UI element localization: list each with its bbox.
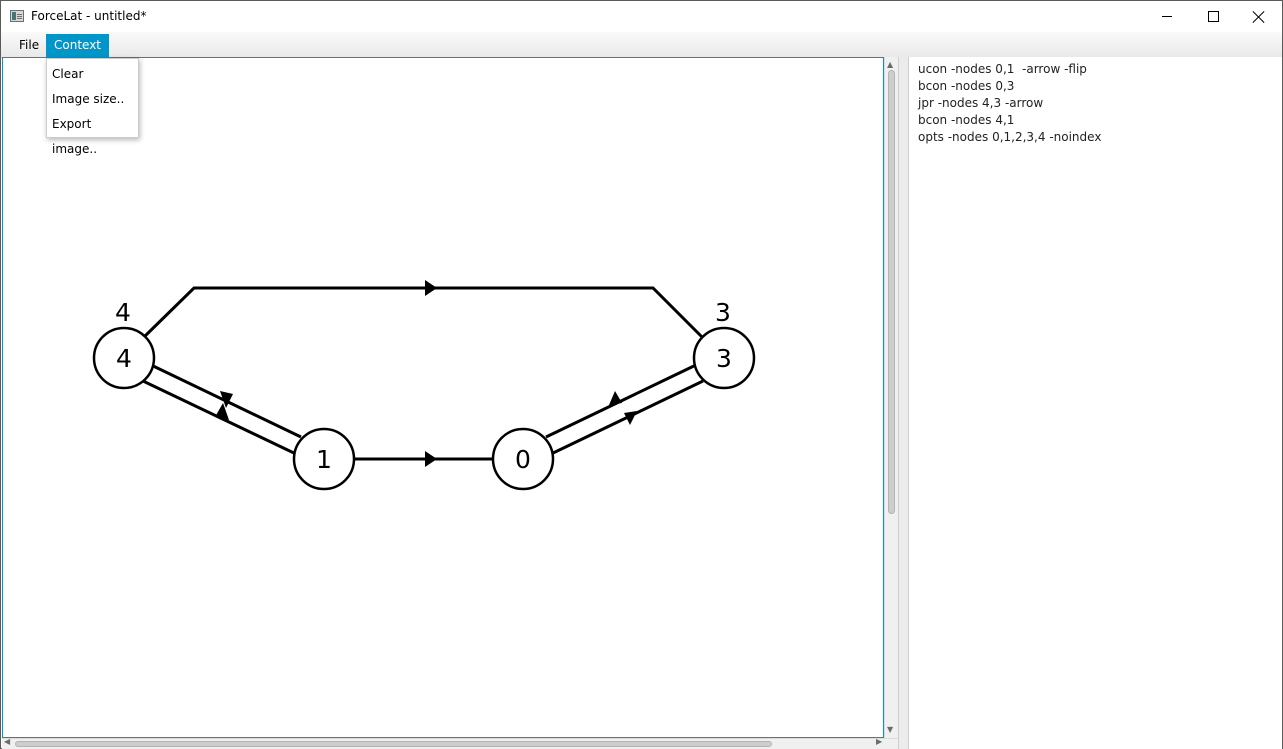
- split-pane-divider[interactable]: [898, 57, 909, 749]
- node-label: 0: [515, 445, 531, 474]
- title-bar: ForceLat - untitled*: [1, 1, 1282, 32]
- script-line: bcon -nodes 4,1: [918, 113, 1015, 127]
- scroll-left-icon[interactable]: ◀: [4, 737, 10, 746]
- menu-item-image-size[interactable]: Image size..: [52, 87, 124, 112]
- node-label: 1: [316, 445, 332, 474]
- node-label: 3: [716, 344, 732, 373]
- menu-item-export-image[interactable]: Export image..: [52, 112, 138, 156]
- close-button[interactable]: [1236, 1, 1282, 32]
- script-line: ucon -nodes 0,1 -arrow -flip: [918, 62, 1087, 76]
- vertical-scrollbar[interactable]: ▲ ▼: [884, 57, 898, 738]
- node-label: 4: [116, 344, 132, 373]
- script-line: opts -nodes 0,1,2,3,4 -noindex: [918, 130, 1102, 144]
- arrow-icon: [425, 451, 437, 467]
- script-line: bcon -nodes 0,3: [918, 79, 1015, 93]
- node-4[interactable]: 4: [92, 326, 156, 390]
- arrow-icon: [609, 391, 622, 405]
- scroll-right-icon[interactable]: ▶: [876, 737, 882, 746]
- horizontal-scroll-thumb[interactable]: [15, 741, 772, 747]
- edge-4-3: [142, 286, 704, 339]
- node-4-outer-label: 4: [115, 298, 131, 327]
- menu-context[interactable]: Context: [46, 34, 110, 57]
- script-editor[interactable]: ucon -nodes 0,1 -arrow -flip bcon -nodes…: [909, 57, 1282, 749]
- node-3[interactable]: 3: [692, 326, 756, 390]
- vertical-scroll-thumb[interactable]: [888, 70, 895, 514]
- context-menu-dropdown: Clear Image size.. Export image..: [46, 58, 139, 156]
- menu-file[interactable]: File: [11, 34, 47, 57]
- maximize-icon: [1207, 11, 1219, 22]
- scroll-up-icon[interactable]: ▲: [887, 60, 893, 69]
- node-3-outer-label: 3: [715, 298, 731, 327]
- script-line: jpr -nodes 4,3 -arrow: [918, 96, 1044, 110]
- maximize-button[interactable]: [1190, 1, 1236, 32]
- minimize-icon: [1162, 16, 1172, 17]
- scroll-down-icon[interactable]: ▼: [887, 725, 893, 734]
- minimize-button[interactable]: [1144, 1, 1190, 32]
- window-title: ForceLat - untitled*: [31, 9, 147, 23]
- close-icon: [1253, 11, 1265, 23]
- app-icon: [10, 10, 24, 22]
- menu-item-clear[interactable]: Clear: [52, 62, 83, 87]
- node-0[interactable]: 0: [491, 427, 555, 491]
- graph-drawing: 4 1 0 3 4 3: [92, 280, 756, 491]
- node-1[interactable]: 1: [292, 427, 356, 491]
- edge-0-3-upper: [545, 362, 699, 439]
- horizontal-scrollbar[interactable]: ◀ ▶: [2, 737, 898, 749]
- arrow-icon: [425, 280, 437, 296]
- menu-bar: File Context: [1, 32, 1282, 58]
- graph-canvas[interactable]: 4 1 0 3 4 3: [2, 57, 884, 738]
